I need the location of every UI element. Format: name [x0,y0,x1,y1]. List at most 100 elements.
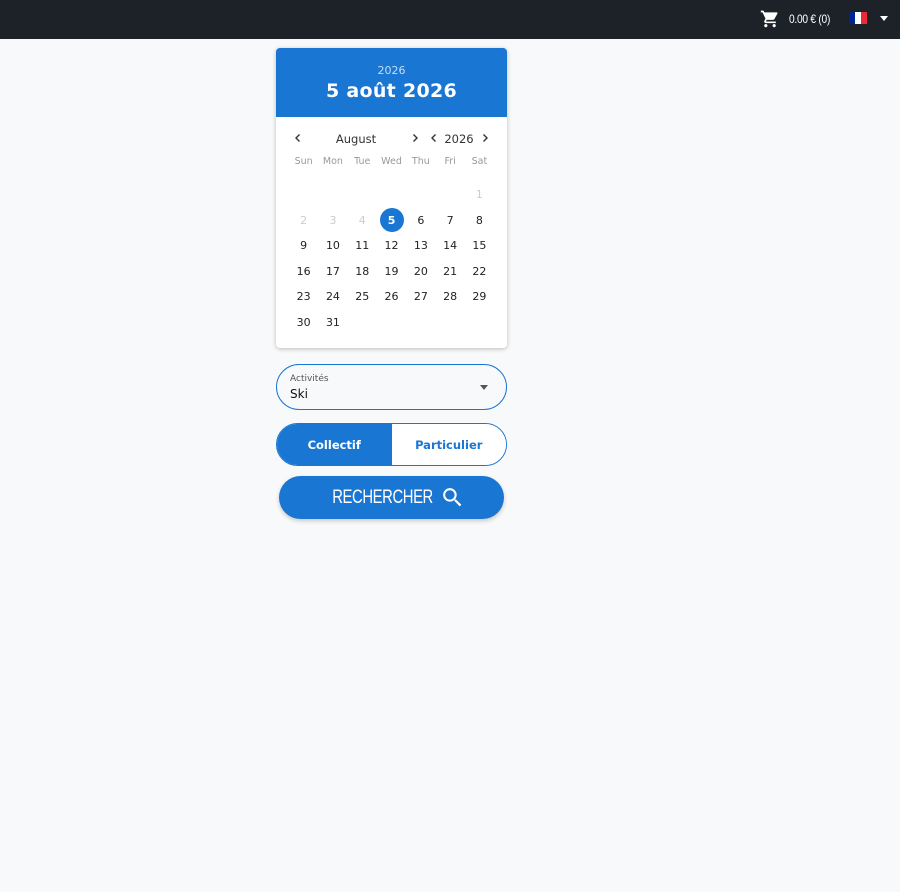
calendar-day-number: 1 [475,188,483,202]
calendar-day[interactable]: 18 [348,259,377,285]
next-month-button[interactable] [407,130,423,146]
calendar-day-number: 5 [379,208,404,233]
calendar-day-number: 8 [475,213,483,227]
calendar-day[interactable]: 10 [318,233,347,259]
calendar-blank-cell [318,182,347,208]
header-selected-date: 5 août 2026 [325,80,458,102]
calendar-day[interactable]: 22 [465,259,494,285]
calendar-day-number: 29 [472,290,487,304]
cart-button[interactable]: 0.00 € (0) [760,9,837,29]
calendar-day[interactable]: 20 [406,259,435,285]
calendar-day-number: 2 [300,213,308,227]
calendar-day[interactable]: 27 [406,284,435,310]
calendar-day-number: 7 [446,213,454,227]
calendar-day[interactable]: 15 [465,233,494,259]
chevron-down-icon [880,15,888,21]
calendar-day-number: 6 [417,213,425,227]
month-label[interactable]: August [321,132,391,146]
activity-select-label: Activités [290,374,329,384]
previous-month-button[interactable] [290,130,306,146]
calendar-day-number: 13 [413,239,428,253]
calendar-day-number: 30 [296,315,311,329]
calendar-day-number: 31 [325,315,340,329]
calendar-day-number: 17 [325,264,340,278]
calendar-day[interactable]: 9 [289,233,318,259]
date-picker-header: 2026 5 août 2026 [276,48,507,117]
calendar-day[interactable]: 11 [348,233,377,259]
calendar-day-number: 19 [384,264,399,278]
lesson-type-toggle: Collectif Particulier [276,423,507,466]
calendar-day[interactable]: 25 [348,284,377,310]
calendar-day-number: 25 [355,290,370,304]
calendar-day[interactable]: 16 [289,259,318,285]
calendar-day-number: 16 [296,264,311,278]
calendar-day[interactable]: 14 [435,233,464,259]
calendar-day[interactable]: 6 [406,208,435,234]
calendar-day[interactable]: 7 [435,208,464,234]
collectif-option[interactable]: Collectif [277,424,392,465]
calendar-day[interactable]: 12 [377,233,406,259]
next-year-button[interactable] [477,130,493,146]
calendar-day: 3 [318,208,347,234]
particulier-option[interactable]: Particulier [391,424,506,465]
search-icon [442,488,461,507]
chevron-left-icon [295,134,300,142]
search-button-label: RECHERCHER [332,486,434,508]
year-label[interactable]: 2026 [444,132,474,146]
dropdown-arrow-icon [480,385,488,390]
calendar-day: 1 [465,182,494,208]
calendar-day[interactable]: 31 [318,310,347,336]
calendar-day-selected[interactable]: 5 [377,208,406,234]
calendar-day-number: 27 [413,290,428,304]
activity-select[interactable]: Activités Ski [276,364,507,410]
calendar-blank-cell [435,182,464,208]
chevron-left-icon [431,134,436,142]
calendar-day-number: 26 [384,290,399,304]
calendar-day-number: 11 [355,239,370,253]
calendar-day-number: 20 [413,264,428,278]
date-picker: 2026 5 août 2026 August 2026 Sun Mon Tue… [276,48,507,348]
calendar-day[interactable]: 19 [377,259,406,285]
calendar-day[interactable]: 29 [465,284,494,310]
search-button[interactable]: RECHERCHER [279,476,504,519]
weekday-label: Sat [471,156,488,167]
weekday-header: Sun Mon Tue Wed Thu Fri Sat [276,156,507,170]
calendar-day-number: 23 [296,290,311,304]
calendar-day[interactable]: 8 [465,208,494,234]
calendar-day[interactable]: 17 [318,259,347,285]
calendar-day-number: 4 [358,213,366,227]
calendar-day-number: 3 [329,213,337,227]
calendar-day: 2 [289,208,318,234]
weekday-label: Fri [444,156,456,167]
weekday-label: Wed [381,156,402,167]
calendar-day[interactable]: 21 [435,259,464,285]
cart-total: 0.00 € (0) [789,12,831,26]
calendar-navigation: August 2026 [276,128,507,156]
calendar-day[interactable]: 24 [318,284,347,310]
calendar-day-number: 28 [443,290,458,304]
previous-year-button[interactable] [426,130,442,146]
calendar-day[interactable]: 28 [435,284,464,310]
header-year[interactable]: 2026 [276,48,507,77]
chevron-right-icon [413,134,418,142]
calendar-day[interactable]: 30 [289,310,318,336]
calendar-day[interactable]: 26 [377,284,406,310]
calendar-days-grid: 1 2 3 4 5 6 7 8 9 10 11 12 13 14 15 16 17 18 19 20 21 22 23 24 2… [276,182,507,335]
weekday-label: Mon [322,156,343,167]
calendar-day-number: 18 [355,264,370,278]
weekday-label: Tue [354,156,371,167]
calendar-day-number: 22 [472,264,487,278]
calendar-blank-cell [348,182,377,208]
calendar-day-number: 24 [325,290,340,304]
language-selector[interactable] [849,12,888,24]
shopping-cart-icon [760,10,778,28]
calendar-blank-cell [289,182,318,208]
calendar-day[interactable]: 23 [289,284,318,310]
calendar-day-number: 15 [472,239,487,253]
calendar-day[interactable]: 13 [406,233,435,259]
top-bar: 0.00 € (0) [0,0,900,39]
calendar-blank-cell [377,182,406,208]
calendar-day: 4 [348,208,377,234]
calendar-day-number: 12 [384,239,399,253]
chevron-right-icon [483,134,488,142]
